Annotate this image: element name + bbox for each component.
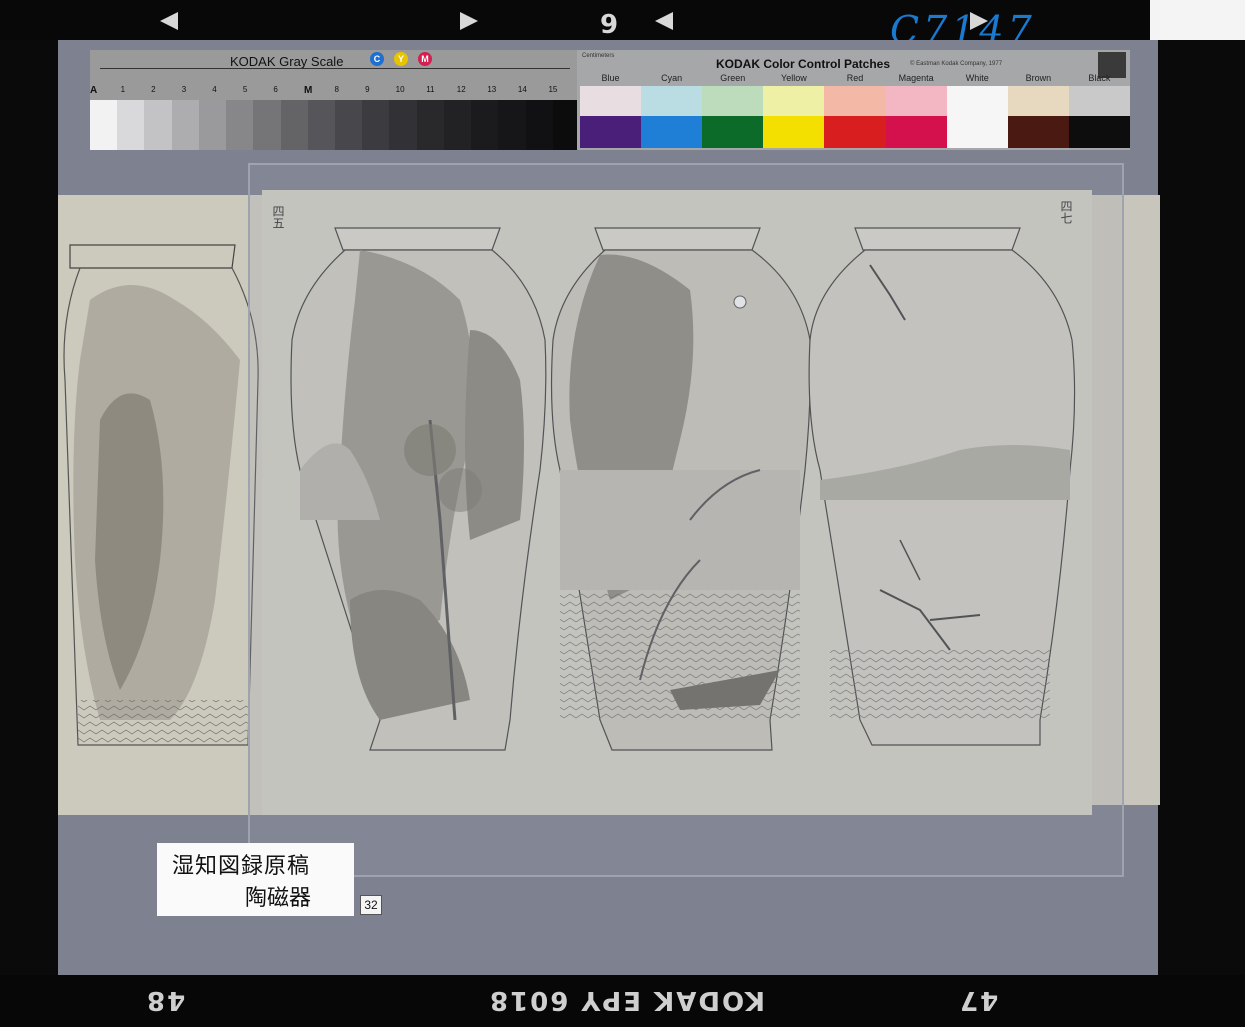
label-subtitle: 陶磁器 (245, 886, 312, 911)
vase-left-partial (63, 244, 259, 746)
film-stock-label: KODAK EPY 6018 (488, 985, 766, 1015)
frame-number-bottom-left: 48 (145, 985, 186, 1015)
label-title: 湿知図録原稿 (172, 854, 311, 879)
glass-plate (248, 163, 1124, 877)
label-number: 32 (360, 895, 382, 915)
frame-number-bottom-right: 47 (958, 985, 999, 1015)
